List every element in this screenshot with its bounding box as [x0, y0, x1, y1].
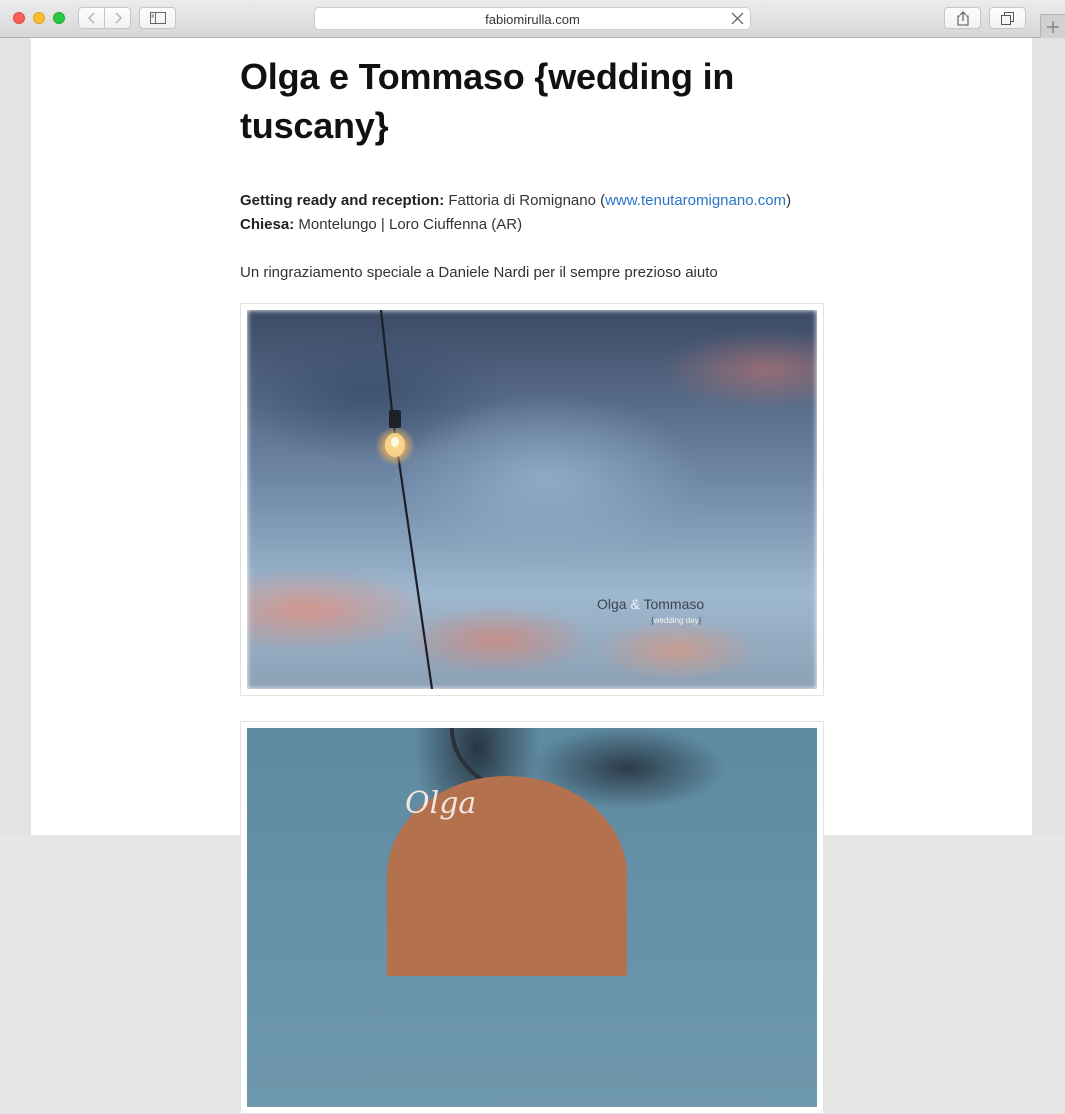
tab-overview-button[interactable] [989, 7, 1026, 29]
photo-frame-1[interactable]: Olga & Tommaso {wedding day} [240, 303, 824, 696]
back-button[interactable] [78, 7, 105, 29]
getting-ready-close: ) [786, 192, 792, 209]
thanks-text: Un ringraziamento speciale a Daniele Nar… [240, 264, 718, 281]
forward-button[interactable] [104, 7, 131, 29]
getting-ready-label: Getting ready and reception: [240, 192, 445, 209]
tabs-icon [1001, 11, 1014, 25]
address-text: fabiomirulla.com [485, 12, 580, 27]
caption-ampersand: & [630, 596, 640, 612]
getting-ready-value: Fattoria di Romignano ( [448, 192, 606, 209]
chiesa-value: Montelungo | Loro Ciuffenna (AR) [298, 216, 523, 233]
chiesa-line: Chiesa: Montelungo | Loro Ciuffenna (AR) [240, 213, 824, 237]
window-minimize-button[interactable] [33, 12, 45, 24]
caption-name-tommaso: Tommaso [643, 596, 705, 612]
photo-caption: Olga & Tommaso [597, 596, 704, 612]
web-page: Olga e Tommaso {wedding in tuscany} Gett… [31, 38, 1032, 1114]
subcaption-text: wedding day [653, 616, 699, 625]
hanger-name-text: Olga [405, 786, 477, 821]
window-zoom-button[interactable] [53, 12, 65, 24]
post-title: Olga e Tommaso {wedding in tuscany} [240, 56, 735, 146]
caption-name-olga: Olga [597, 596, 627, 612]
browser-toolbar: fabiomirulla.com [0, 0, 1065, 38]
lightbulb-illustration [375, 310, 434, 689]
post-info: Getting ready and reception: Fattoria di… [240, 189, 824, 237]
venue-link[interactable]: www.tenutaromignano.com [605, 192, 786, 209]
new-tab-button[interactable] [1040, 14, 1065, 38]
window-close-button[interactable] [13, 12, 25, 24]
share-icon [956, 10, 969, 26]
post-content: Olga e Tommaso {wedding in tuscany} Gett… [240, 38, 824, 1114]
photo-subcaption: {wedding day} [651, 616, 701, 625]
sidebar-toggle-button[interactable] [139, 7, 176, 29]
stop-loading-icon[interactable] [731, 12, 744, 25]
address-bar[interactable]: fabiomirulla.com [314, 7, 751, 30]
browser-viewport: Olga e Tommaso {wedding in tuscany} Gett… [0, 38, 1065, 1114]
chevron-left-icon [87, 12, 94, 24]
share-button[interactable] [944, 7, 981, 29]
wedding-photo-lightbulb: Olga & Tommaso {wedding day} [247, 310, 817, 689]
sidebar-icon [149, 12, 166, 24]
wedding-photo-hanger: Olga [247, 728, 817, 1107]
subcaption-close-brace: } [698, 616, 702, 625]
chiesa-label: Chiesa: [240, 216, 295, 233]
photo-frame-2[interactable]: Olga [240, 721, 824, 1114]
chevron-right-icon [115, 12, 122, 24]
plus-icon [1047, 20, 1059, 33]
getting-ready-line: Getting ready and reception: Fattoria di… [240, 189, 824, 213]
